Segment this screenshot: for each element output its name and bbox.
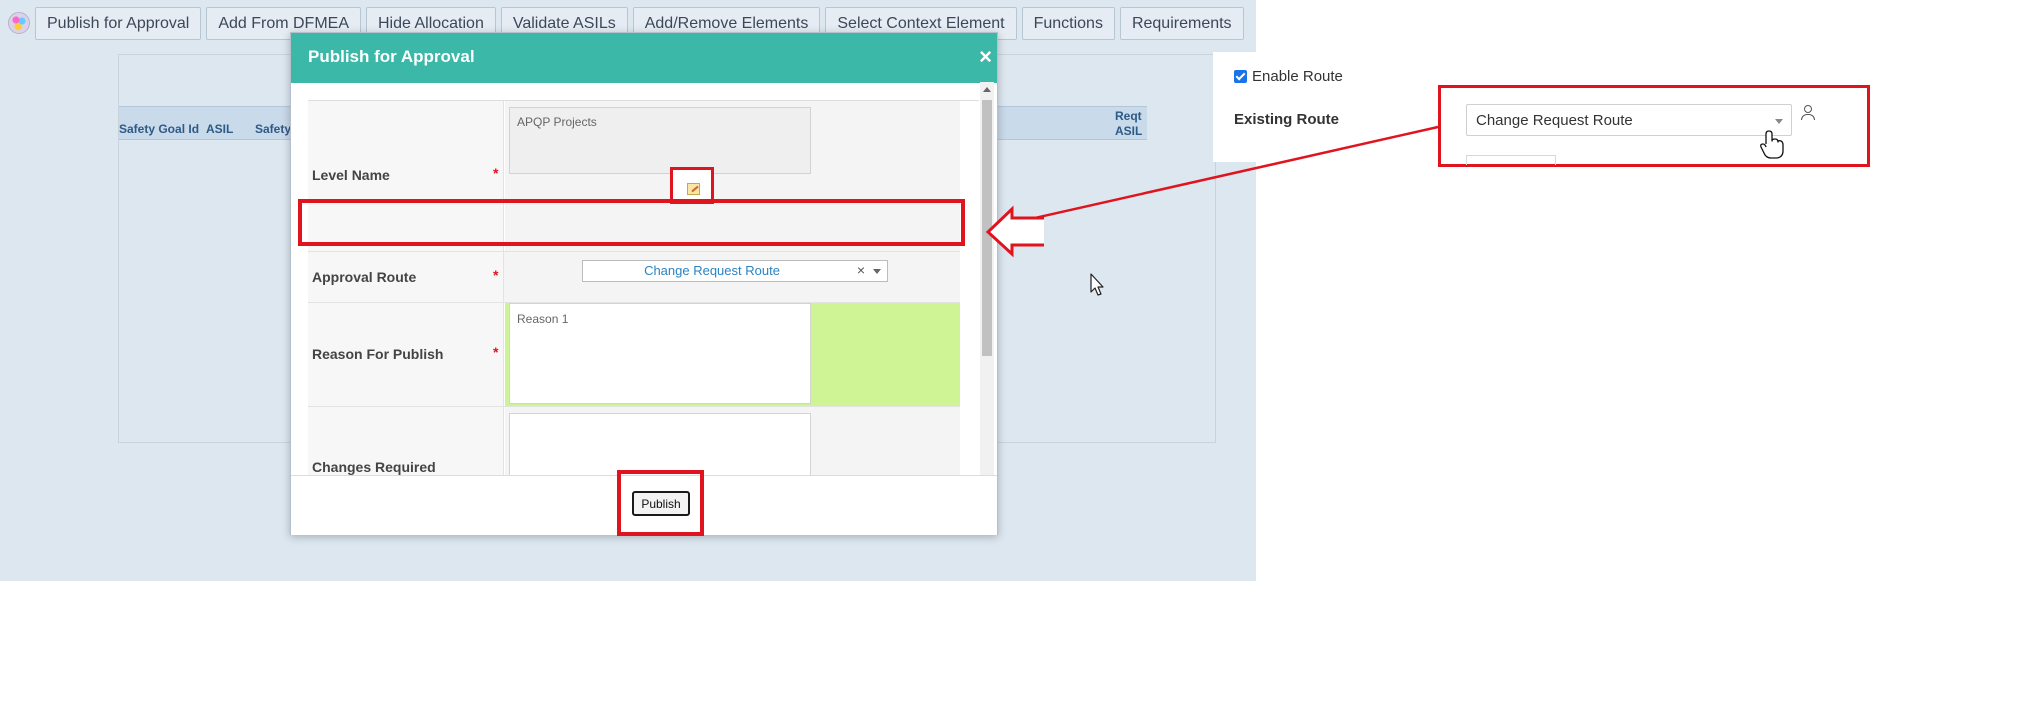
approval-route-dropdown[interactable]: Change Request Route × <box>582 260 888 282</box>
approval-route-highlight-box <box>298 199 965 246</box>
functions-button[interactable]: Functions <box>1021 7 1115 40</box>
existing-route-label: Existing Route <box>1234 111 1340 128</box>
publish-for-approval-modal: Publish for Approval × Level Name * APQP… <box>290 32 998 535</box>
column-header-asil[interactable]: ASIL <box>206 122 233 136</box>
chevron-down-icon[interactable] <box>873 269 881 274</box>
enable-route-label: Enable Route <box>1252 68 1343 85</box>
scroll-up-icon[interactable] <box>983 87 991 92</box>
close-icon[interactable]: × <box>979 44 992 70</box>
publish-button[interactable]: Publish <box>632 491 690 516</box>
app-logo-icon[interactable] <box>8 12 30 34</box>
modal-header: Publish for Approval × <box>291 33 997 83</box>
approval-route-label: Approval Route <box>312 269 417 285</box>
required-marker: * <box>493 344 499 360</box>
user-icon[interactable] <box>1801 105 1815 120</box>
column-header-reqt-line1: Reqt <box>1115 109 1142 123</box>
publish-for-approval-button[interactable]: Publish for Approval <box>35 7 202 40</box>
reason-value-cell: Reason 1 <box>505 303 960 406</box>
required-marker: * <box>493 267 499 283</box>
required-marker: * <box>493 165 499 181</box>
existing-route-value: Change Request Route <box>1476 112 1633 129</box>
level-name-value: APQP Projects <box>517 115 597 129</box>
approval-route-value: Change Request Route <box>644 263 780 278</box>
column-header-safety-goal-id[interactable]: Safety Goal Id <box>119 122 199 136</box>
chevron-down-icon[interactable] <box>1775 119 1783 124</box>
reason-label: Reason For Publish <box>312 346 444 362</box>
reason-label-cell: Reason For Publish * <box>308 303 504 406</box>
reason-field[interactable]: Reason 1 <box>509 303 811 404</box>
changes-label: Changes Required <box>312 459 436 475</box>
reason-value: Reason 1 <box>517 312 569 326</box>
form-scrollbar[interactable] <box>980 82 994 499</box>
scrollbar-thumb[interactable] <box>982 100 992 356</box>
requirements-button[interactable]: Requirements <box>1119 7 1244 40</box>
checkbox-checked-icon[interactable] <box>1234 70 1247 83</box>
approval-route-row: Approval Route * Change Request Route × <box>308 252 960 303</box>
clear-icon[interactable]: × <box>857 262 865 278</box>
level-name-label: Level Name <box>312 167 390 183</box>
reason-row: Reason For Publish * Reason 1 <box>308 303 960 407</box>
form-area[interactable]: Level Name * APQP Projects Approval Rout… <box>308 100 979 498</box>
level-name-field[interactable]: APQP Projects <box>509 107 811 174</box>
approval-route-label-cell: Approval Route * <box>308 252 504 302</box>
column-header-safety[interactable]: Safety <box>255 122 291 136</box>
enable-route-checkbox[interactable]: Enable Route <box>1234 68 1343 85</box>
modal-title: Publish for Approval <box>308 47 475 66</box>
existing-route-sub-element <box>1466 155 1556 165</box>
existing-route-dropdown[interactable]: Change Request Route <box>1466 104 1792 136</box>
column-header-reqt-line2: ASIL <box>1115 124 1143 138</box>
